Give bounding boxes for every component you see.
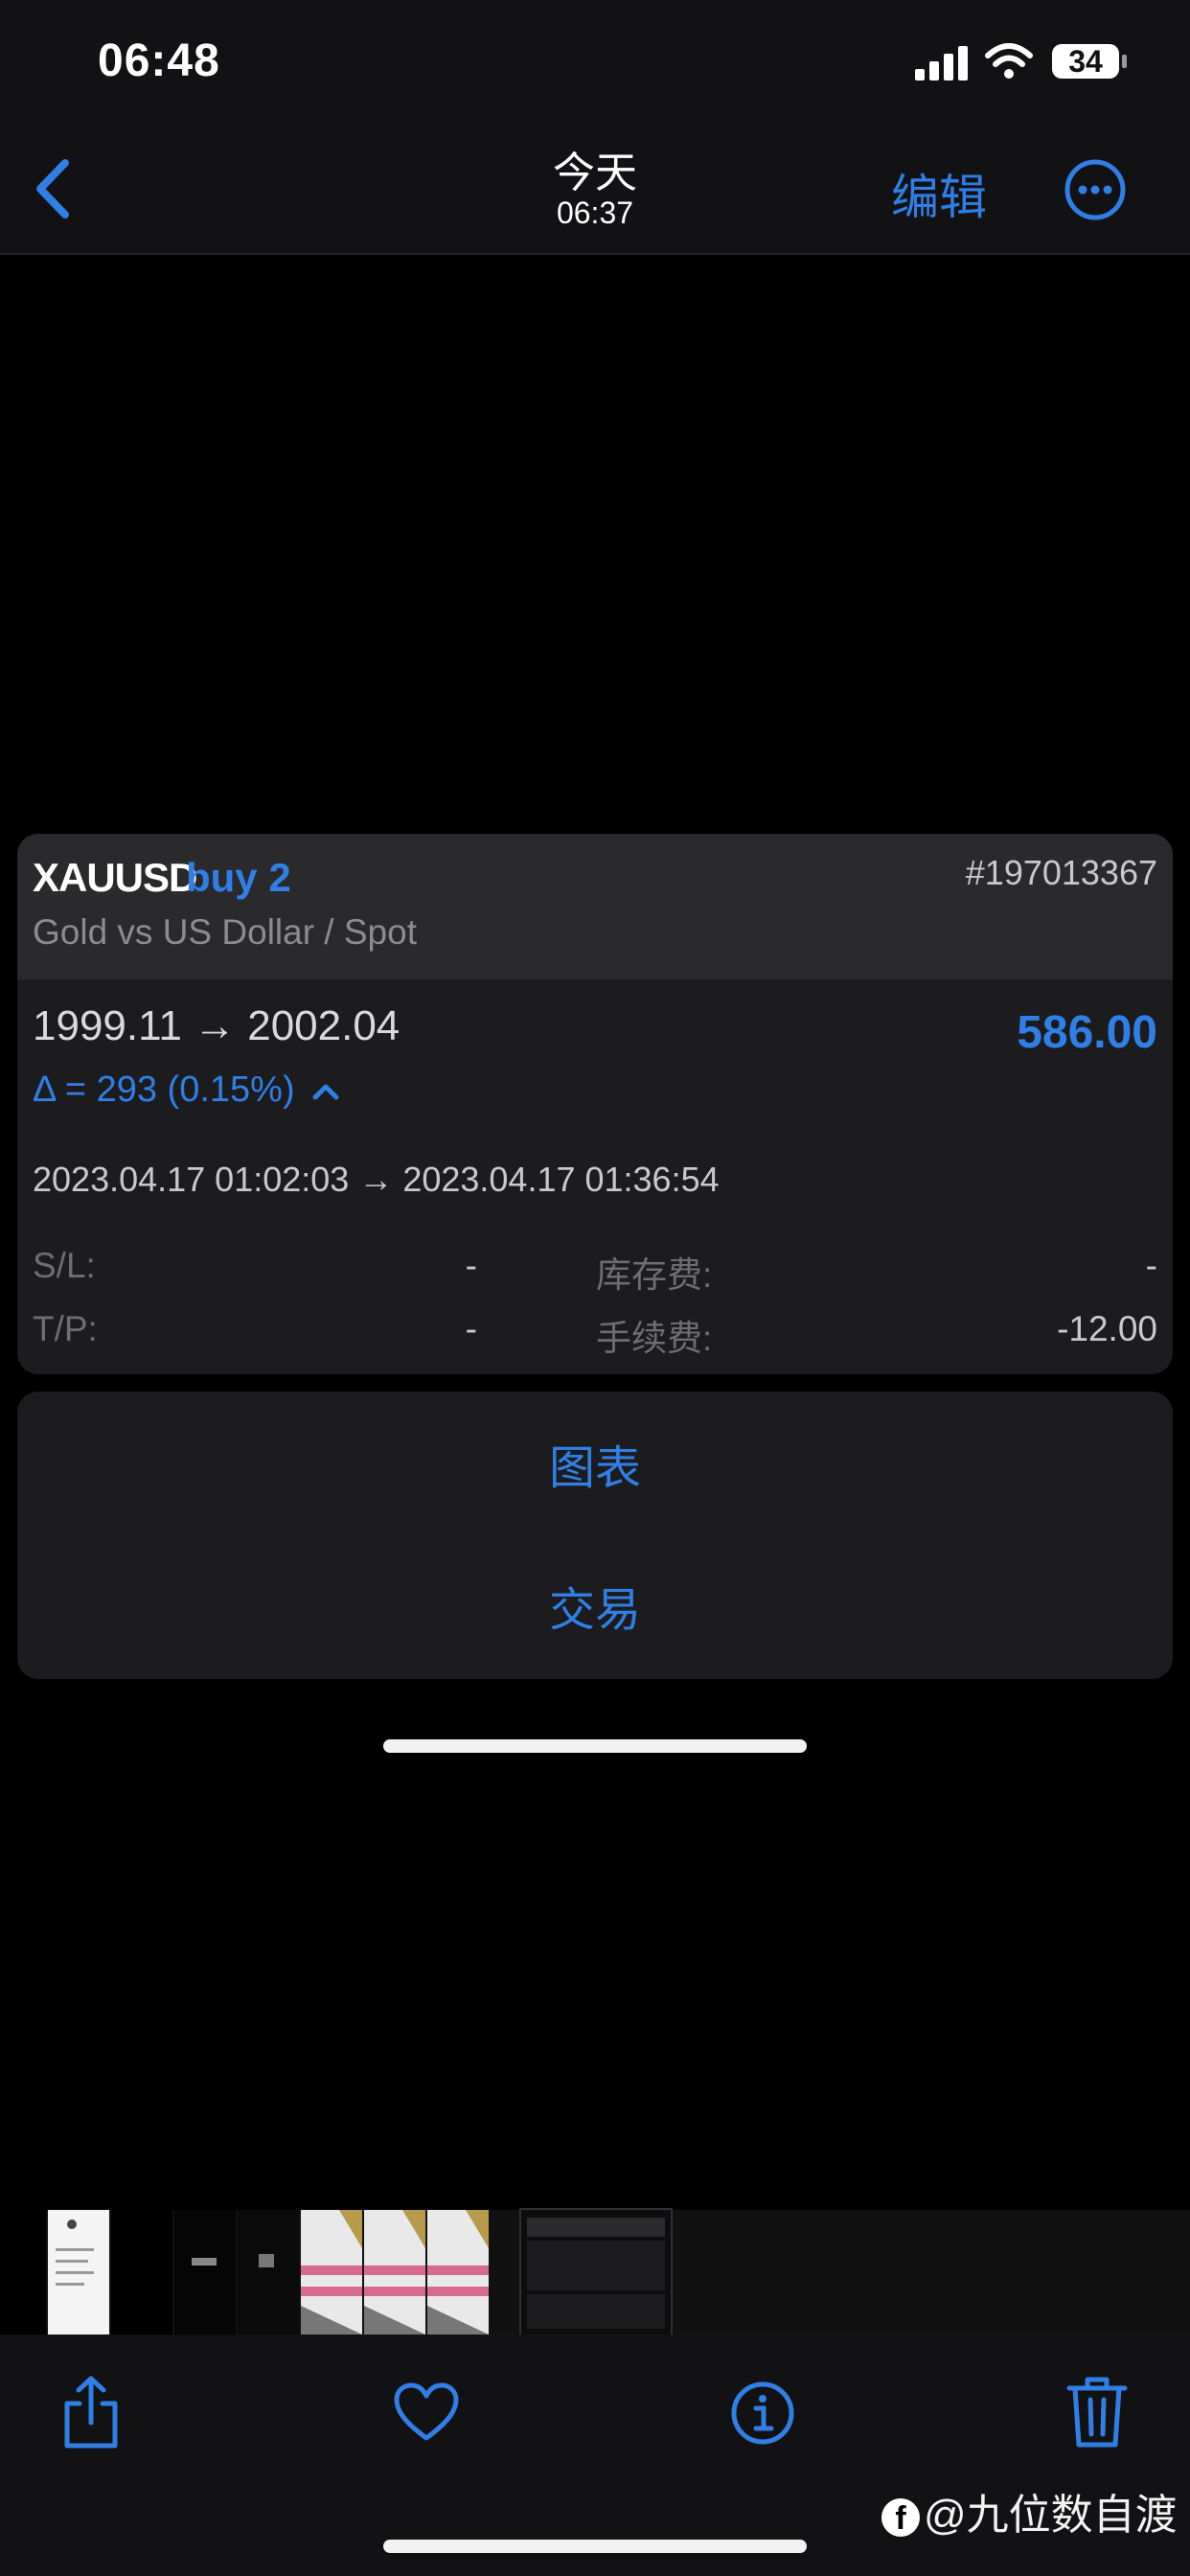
photo-thumbnail-selected[interactable] [519,2208,673,2336]
photo-thumbnail[interactable] [427,2210,489,2334]
commission-label: 手续费: [596,1319,713,1358]
photo-thumbnail[interactable] [174,2210,236,2334]
edit-button[interactable]: 编辑 [891,159,987,228]
ellipsis-circle-icon [1064,159,1126,220]
tp-value: - [465,1309,477,1348]
trade-action[interactable]: 交易 [17,1572,1173,1639]
wifi-icon [985,43,1033,79]
home-indicator [383,2540,807,2553]
heart-icon [394,2382,459,2441]
trade-order-type: buy 2 [186,855,291,900]
more-button[interactable] [1064,158,1127,221]
chevron-left-icon [36,159,69,218]
photo-thumbnail[interactable] [364,2210,425,2334]
swap-value: - [1145,1246,1157,1285]
nav-subtitle: 06:37 [556,196,634,230]
photo-thumbnail[interactable] [48,2210,109,2334]
swap-label: 库存费: [596,1255,713,1295]
photo-thumbnail[interactable] [238,2210,299,2334]
trade-card[interactable]: XAUUSD buy 2 #197013367 Gold vs US Dolla… [17,834,1173,1374]
trade-prices: 1999.11 → 2002.04 [33,1002,400,1049]
photo-thumbnail[interactable] [301,2210,362,2334]
photo-thumbnail[interactable] [0,2210,46,2334]
sl-label: S/L: [33,1246,96,1285]
share-button[interactable] [59,2375,123,2450]
trash-icon [1066,2377,1128,2448]
watermark-logo: f [881,2498,920,2538]
chevron-up-icon [312,1084,339,1100]
trade-delta: Δ = 293 (0.15%) [33,1070,339,1111]
status-time: 06:48 [98,35,220,86]
favorite-button[interactable] [393,2382,460,2444]
chart-action[interactable]: 图表 [17,1430,1173,1497]
signal-icon [915,46,968,80]
action-sheet: 图表 交易 [17,1392,1173,1679]
photo-thumbnail[interactable] [111,2210,172,2334]
info-button[interactable] [730,2380,795,2446]
share-icon [64,2376,118,2449]
trade-description: Gold vs US Dollar / Spot [33,912,417,952]
info-circle-icon [731,2381,794,2445]
delete-button[interactable] [1065,2375,1129,2450]
trade-ticket: #197013367 [965,853,1157,892]
nav-title: 今天 [553,150,637,196]
trade-symbol: XAUUSD [33,855,197,900]
battery-level: 34 [1068,44,1103,79]
commission-value: -12.00 [1057,1309,1157,1348]
trade-profit: 586.00 [1017,1007,1157,1058]
trade-times: 2023.04.17 01:02:03 → 2023.04.17 01:36:5… [33,1160,720,1199]
home-indicator [383,1739,807,1753]
tp-label: T/P: [33,1309,98,1348]
watermark-text: @九位数自渡 [924,2492,1178,2539]
back-button[interactable] [25,155,82,222]
watermark: f @九位数自渡 [881,2480,1178,2542]
sl-value: - [465,1246,477,1285]
trade-delta-text: Δ = 293 (0.15%) [33,1070,295,1110]
